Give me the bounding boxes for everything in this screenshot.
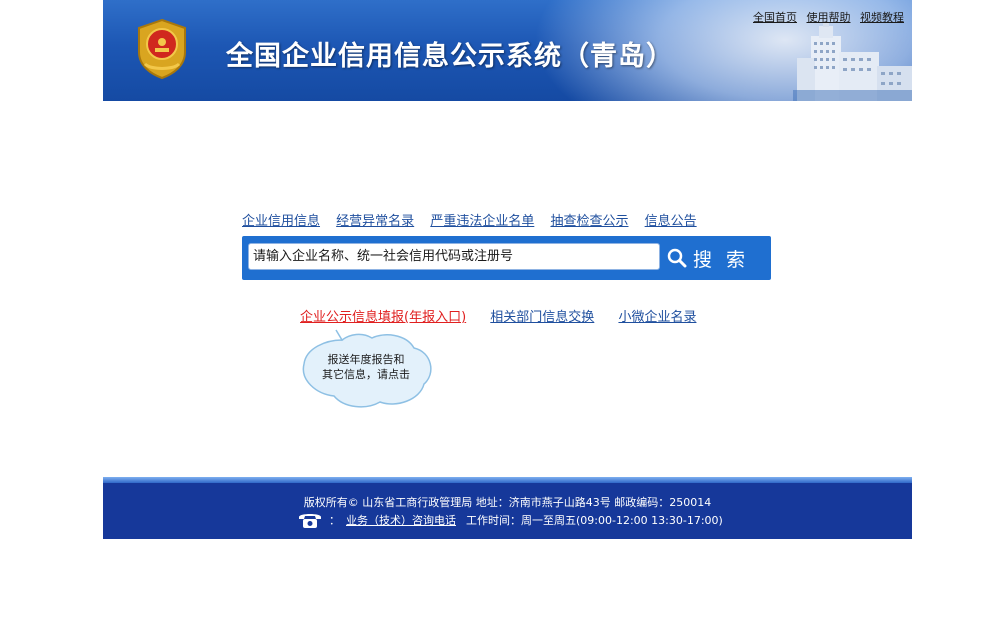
consult-phone-link[interactable]: 业务（技术）咨询电话 <box>346 512 456 528</box>
tooltip-line1: 报送年度报告和 <box>327 353 405 366</box>
help-link[interactable]: 使用帮助 <box>807 11 851 24</box>
video-tutorial-link[interactable]: 视频教程 <box>860 11 904 24</box>
search-bar: 搜 索 <box>242 236 771 280</box>
footer-colon: ： <box>329 514 340 527</box>
nav-spot-check-publicity[interactable]: 抽查检查公示 <box>550 214 628 229</box>
search-icon <box>667 248 687 268</box>
top-links: 全国首页 使用帮助 视频教程 <box>747 9 904 25</box>
header-banner: 全国企业信用信息公示系统（青岛） 全国首页 使用帮助 视频教程 <box>103 0 912 101</box>
category-nav: 企业信用信息 经营异常名录 严重违法企业名单 抽查检查公示 信息公告 <box>242 210 709 229</box>
nav-enterprise-credit-info[interactable]: 企业信用信息 <box>242 214 320 229</box>
telephone-icon <box>299 514 321 528</box>
footer-copyright-address: 版权所有© 山东省工商行政管理局 地址：济南市燕子山路43号 邮政编码：2500… <box>303 496 712 509</box>
footer-contact: ： 业务（技术）咨询电话 工作时间：周一至周五(09:00-12:00 13:3… <box>297 511 723 529</box>
nav-announcements[interactable]: 信息公告 <box>645 214 697 229</box>
footer: 版权所有© 山东省工商行政管理局 地址：济南市燕子山路43号 邮政编码：2500… <box>103 477 912 539</box>
dept-info-exchange-link[interactable]: 相关部门信息交换 <box>490 310 594 325</box>
search-button-label: 搜 索 <box>693 248 750 271</box>
micro-enterprise-list-link[interactable]: 小微企业名录 <box>618 310 696 325</box>
tooltip-line2: 其它信息，请点击 <box>322 368 410 381</box>
nav-abnormal-operation-list[interactable]: 经营异常名录 <box>336 214 414 229</box>
search-input[interactable] <box>248 243 660 270</box>
national-emblem-icon <box>138 18 186 80</box>
home-link[interactable]: 全国首页 <box>753 11 797 24</box>
tooltip-text: 报送年度报告和 其它信息，请点击 <box>306 352 426 382</box>
search-button[interactable]: 搜 索 <box>667 244 767 272</box>
footer-working-hours: 工作时间：周一至周五(09:00-12:00 13:30-17:00) <box>466 514 723 527</box>
nav-serious-violation-list[interactable]: 严重违法企业名单 <box>430 214 534 229</box>
building-illustration <box>793 22 912 101</box>
site-title: 全国企业信用信息公示系统（青岛） <box>226 41 674 72</box>
